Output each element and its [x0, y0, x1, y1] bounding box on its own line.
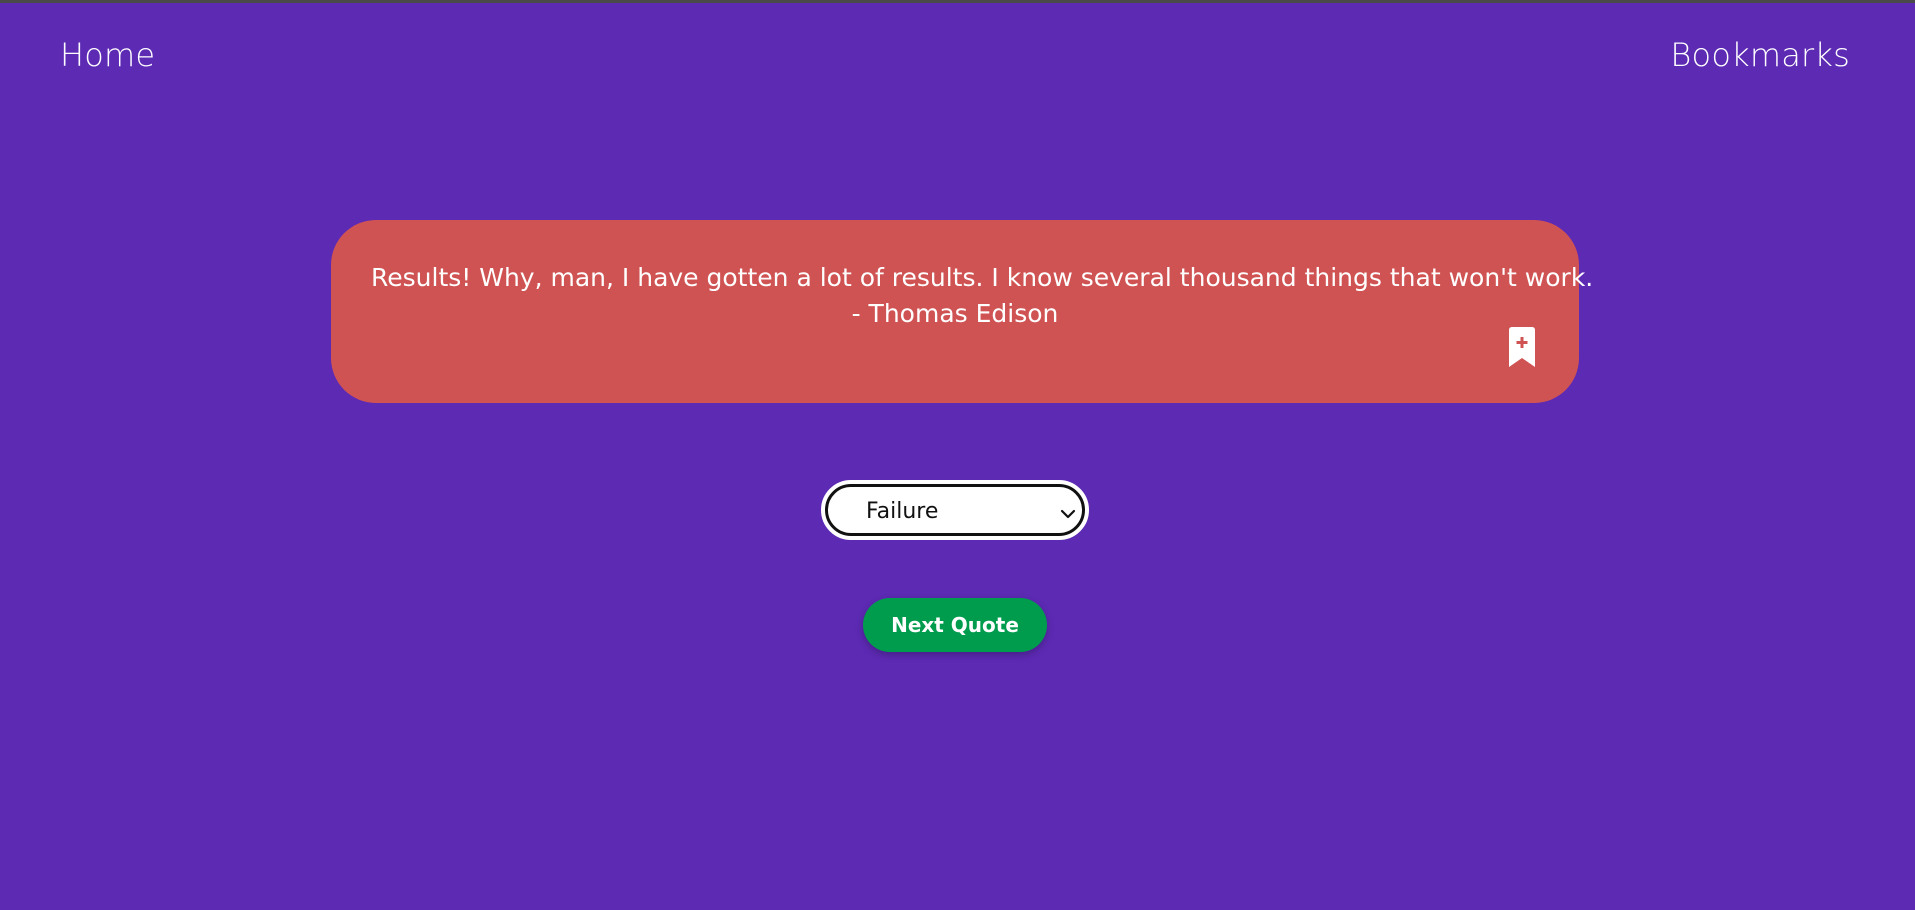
- bookmark-add-icon[interactable]: [1507, 327, 1537, 367]
- next-quote-button[interactable]: Next Quote: [863, 598, 1047, 652]
- quote-author: - Thomas Edison: [851, 299, 1059, 328]
- chevron-down-icon: [1060, 505, 1076, 519]
- quote-text: Results! Why, man, I have gotten a lot o…: [371, 263, 1594, 292]
- category-select-value: Failure: [866, 499, 939, 524]
- nav-bookmarks-link[interactable]: Bookmarks: [1670, 36, 1850, 74]
- category-select-box[interactable]: Failure: [825, 484, 1085, 536]
- page-root: Home Bookmarks Results! Why, man, I have…: [0, 0, 1915, 910]
- nav-home-link[interactable]: Home: [60, 36, 155, 74]
- quote-card: Results! Why, man, I have gotten a lot o…: [331, 220, 1594, 403]
- top-border: [0, 0, 1915, 3]
- category-select[interactable]: Failure: [821, 480, 1089, 540]
